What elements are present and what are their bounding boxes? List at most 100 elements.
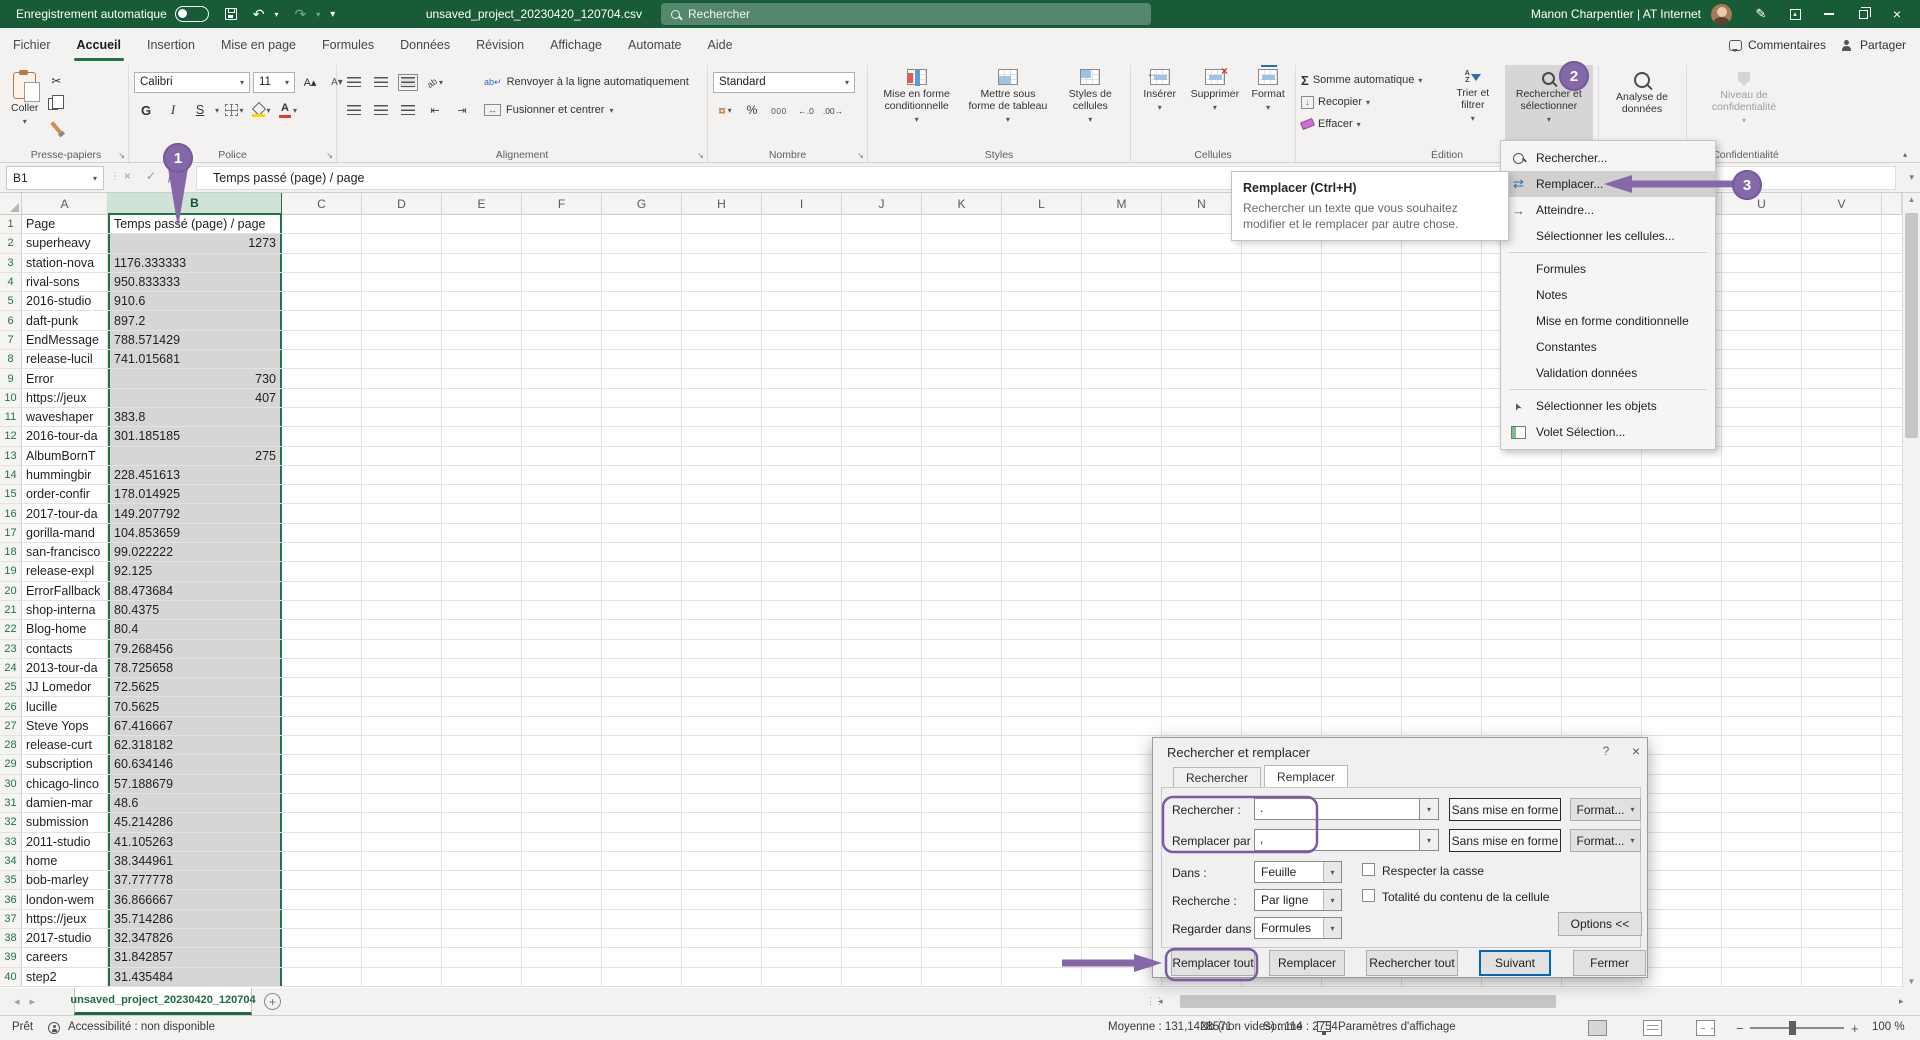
- vertical-scrollbar[interactable]: ▲ ▼: [1902, 193, 1920, 988]
- scroll-right-icon[interactable]: ▸: [1899, 996, 1904, 1007]
- row-header-22[interactable]: 22: [0, 620, 22, 638]
- empty-cells[interactable]: [282, 736, 1902, 754]
- sort-filter-button[interactable]: AZ Trier et filtrer ▾: [1445, 67, 1501, 143]
- dialog-launcher-icon[interactable]: ↘: [857, 151, 864, 160]
- tab-insertion[interactable]: Insertion: [134, 28, 208, 62]
- empty-cells[interactable]: [282, 948, 1902, 966]
- wrap-text-button[interactable]: Renvoyer à la ligne automatiquement: [484, 70, 689, 94]
- empty-cells[interactable]: [282, 813, 1902, 831]
- clear-button[interactable]: Effacer ▾: [1301, 113, 1441, 135]
- cell-b31[interactable]: 48.6: [108, 794, 282, 812]
- cell-a31[interactable]: damien-mar: [22, 794, 108, 812]
- cell-a4[interactable]: rival-sons: [22, 273, 108, 291]
- empty-cells[interactable]: [282, 968, 1902, 986]
- find-input[interactable]: .: [1254, 798, 1420, 820]
- empty-cells[interactable]: [282, 697, 1902, 715]
- menu-item-notes[interactable]: Notes: [1501, 282, 1715, 308]
- row-header-12[interactable]: 12: [0, 427, 22, 445]
- row-header-35[interactable]: 35: [0, 871, 22, 889]
- cell-a23[interactable]: contacts: [22, 640, 108, 658]
- row-header-38[interactable]: 38: [0, 929, 22, 947]
- dialog-tab-remplacer[interactable]: Remplacer: [1264, 765, 1348, 788]
- row-header-10[interactable]: 10: [0, 389, 22, 407]
- cell-a11[interactable]: waveshaper: [22, 408, 108, 426]
- dialog-launcher-icon[interactable]: ↘: [118, 151, 125, 160]
- editing-mode-button[interactable]: ✎: [1744, 0, 1778, 28]
- menu-item-mise-en-forme-conditionnelle[interactable]: Mise en forme conditionnelle: [1501, 308, 1715, 334]
- cell-b37[interactable]: 35.714286: [108, 910, 282, 928]
- cell-b14[interactable]: 228.451613: [108, 466, 282, 484]
- scroll-down-icon[interactable]: ▼: [1903, 977, 1920, 986]
- fill-color-button[interactable]: ▾: [249, 100, 273, 120]
- cell-a18[interactable]: san-francisco: [22, 543, 108, 561]
- cell-a17[interactable]: gorilla-mand: [22, 524, 108, 542]
- cell-b3[interactable]: 1176.333333: [108, 254, 282, 272]
- font-color-button[interactable]: A▾: [276, 100, 300, 120]
- column-header-J[interactable]: J: [842, 193, 922, 215]
- empty-cells[interactable]: [282, 929, 1902, 947]
- row-header-11[interactable]: 11: [0, 408, 22, 426]
- menu-item-remplacer[interactable]: Remplacer...: [1501, 171, 1715, 197]
- cell-b27[interactable]: 67.416667: [108, 717, 282, 735]
- tab-révision[interactable]: Révision: [463, 28, 537, 62]
- cell-a27[interactable]: Steve Yops: [22, 717, 108, 735]
- cell-b4[interactable]: 950.833333: [108, 273, 282, 291]
- menu-item-sélectionner-les-cellules[interactable]: Sélectionner les cellules...: [1501, 223, 1715, 249]
- cell-a14[interactable]: hummingbir: [22, 466, 108, 484]
- cell-b15[interactable]: 178.014925: [108, 485, 282, 503]
- comments-button[interactable]: Commentaires: [1729, 38, 1826, 52]
- scroll-left-icon[interactable]: ◂: [1158, 996, 1163, 1007]
- new-sheet-button[interactable]: +: [264, 993, 281, 1010]
- column-header-M[interactable]: M: [1082, 193, 1162, 215]
- cell-b28[interactable]: 62.318182: [108, 736, 282, 754]
- empty-cells[interactable]: [282, 775, 1902, 793]
- empty-cells[interactable]: [282, 910, 1902, 928]
- cell-a36[interactable]: london-wem: [22, 890, 108, 908]
- row-header-2[interactable]: 2: [0, 234, 22, 252]
- increase-indent-button[interactable]: [450, 100, 474, 120]
- sheet-tab-active[interactable]: unsaved_project_20230420_120704: [74, 988, 252, 1015]
- row-header-27[interactable]: 27: [0, 717, 22, 735]
- within-select[interactable]: Feuille▾: [1254, 861, 1342, 883]
- cell-a2[interactable]: superheavy: [22, 234, 108, 252]
- row-header-5[interactable]: 5: [0, 292, 22, 310]
- find-history-caret-icon[interactable]: ▾: [1420, 798, 1439, 820]
- replace-button[interactable]: Remplacer: [1269, 950, 1345, 976]
- scroll-up-icon[interactable]: ▲: [1903, 195, 1920, 204]
- row-header-16[interactable]: 16: [0, 504, 22, 522]
- cell-a39[interactable]: careers: [22, 948, 108, 966]
- replace-input[interactable]: ,: [1254, 829, 1420, 851]
- match-case-checkbox[interactable]: [1362, 863, 1375, 876]
- cell-b10[interactable]: 407: [108, 389, 282, 407]
- row-header-1[interactable]: 1: [0, 215, 22, 233]
- tab-mise-en-page[interactable]: Mise en page: [208, 28, 309, 62]
- expand-formula-bar-icon[interactable]: ▾: [1909, 172, 1914, 183]
- align-right-button[interactable]: [396, 100, 420, 120]
- find-next-button[interactable]: Suivant: [1479, 950, 1551, 976]
- cell-a22[interactable]: Blog-home: [22, 620, 108, 638]
- row-header-33[interactable]: 33: [0, 833, 22, 851]
- cut-button[interactable]: ✂: [44, 71, 68, 91]
- row-header-32[interactable]: 32: [0, 813, 22, 831]
- dialog-help-button[interactable]: ?: [1597, 744, 1615, 758]
- options-button[interactable]: Options <<: [1558, 912, 1642, 936]
- row-header-7[interactable]: 7: [0, 331, 22, 349]
- cell-a3[interactable]: station-nova: [22, 254, 108, 272]
- grow-font-button[interactable]: [298, 72, 322, 92]
- empty-cells[interactable]: [282, 717, 1902, 735]
- row-header-23[interactable]: 23: [0, 640, 22, 658]
- fill-button[interactable]: ↓ Recopier ▾: [1301, 91, 1441, 113]
- cell-b22[interactable]: 80.4: [108, 620, 282, 638]
- bold-button[interactable]: G: [134, 100, 158, 120]
- column-header-A[interactable]: A: [22, 193, 108, 215]
- align-middle-button[interactable]: [369, 72, 393, 92]
- align-bottom-button[interactable]: [396, 72, 420, 92]
- vertical-scroll-thumb[interactable]: [1905, 213, 1918, 438]
- menu-item-formules[interactable]: Formules: [1501, 256, 1715, 282]
- cell-a40[interactable]: step2: [22, 968, 108, 986]
- cell-a1[interactable]: Page: [22, 215, 108, 233]
- row-header-28[interactable]: 28: [0, 736, 22, 754]
- row-header-6[interactable]: 6: [0, 311, 22, 329]
- cell-b18[interactable]: 99.022222: [108, 543, 282, 561]
- row-header-19[interactable]: 19: [0, 562, 22, 580]
